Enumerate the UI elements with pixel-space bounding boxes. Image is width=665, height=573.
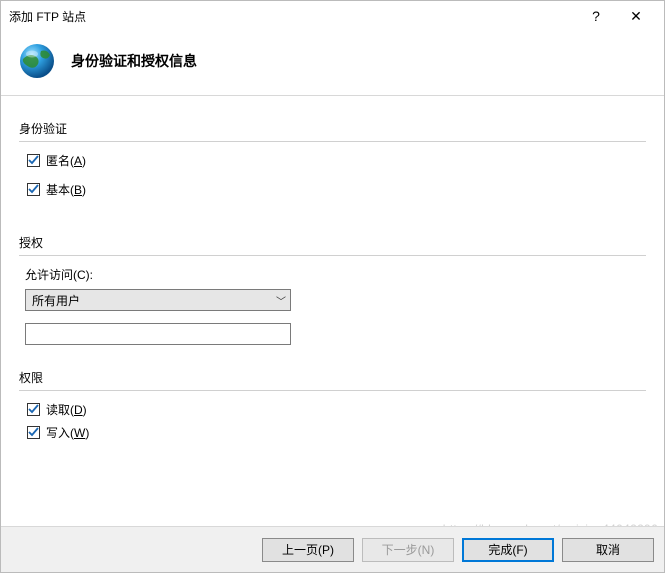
group-permissions: 权限 读取(D) 写入(W) bbox=[19, 369, 646, 441]
group-label-authentication: 身份验证 bbox=[19, 120, 646, 137]
checkbox-icon bbox=[27, 154, 40, 167]
window-title: 添加 FTP 站点 bbox=[9, 8, 576, 25]
checkbox-label: 写入(W) bbox=[46, 424, 89, 441]
checkbox-icon bbox=[27, 183, 40, 196]
chevron-down-icon: ﹀ bbox=[272, 293, 290, 308]
checkbox-label: 读取(D) bbox=[46, 401, 87, 418]
input-allow-specifier[interactable] bbox=[25, 323, 291, 345]
checkbox-icon bbox=[27, 403, 40, 416]
select-allow-access[interactable]: 所有用户 ﹀ bbox=[25, 289, 291, 311]
group-authentication: 身份验证 匿名(A) 基本(B) bbox=[19, 120, 646, 198]
checkbox-icon bbox=[27, 426, 40, 439]
divider bbox=[19, 141, 646, 142]
checkbox-label: 匿名(A) bbox=[46, 152, 86, 169]
close-button[interactable]: ✕ bbox=[616, 8, 656, 25]
divider bbox=[19, 390, 646, 391]
globe-icon bbox=[17, 41, 57, 81]
checkbox-label: 基本(B) bbox=[46, 181, 86, 198]
help-button[interactable]: ? bbox=[576, 8, 616, 24]
wizard-body: 身份验证 匿名(A) 基本(B) 授权 允许访问(C): 所有用户 ﹀ 权限 bbox=[1, 96, 664, 441]
cancel-button[interactable]: 取消 bbox=[562, 538, 654, 562]
checkbox-basic[interactable]: 基本(B) bbox=[27, 181, 646, 198]
checkbox-write[interactable]: 写入(W) bbox=[27, 424, 646, 441]
wizard-footer: 上一页(P) 下一步(N) 完成(F) 取消 bbox=[1, 526, 664, 572]
group-label-permissions: 权限 bbox=[19, 369, 646, 386]
divider bbox=[19, 255, 646, 256]
group-authorization: 授权 允许访问(C): 所有用户 ﹀ bbox=[19, 234, 646, 345]
checkbox-anonymous[interactable]: 匿名(A) bbox=[27, 152, 646, 169]
group-label-authorization: 授权 bbox=[19, 234, 646, 251]
page-title: 身份验证和授权信息 bbox=[71, 51, 197, 71]
checkbox-read[interactable]: 读取(D) bbox=[27, 401, 646, 418]
select-value: 所有用户 bbox=[26, 292, 272, 309]
previous-button[interactable]: 上一页(P) bbox=[262, 538, 354, 562]
wizard-header: 身份验证和授权信息 bbox=[1, 31, 664, 96]
finish-button[interactable]: 完成(F) bbox=[462, 538, 554, 562]
titlebar: 添加 FTP 站点 ? ✕ bbox=[1, 1, 664, 31]
label-allow-access: 允许访问(C): bbox=[25, 266, 646, 283]
next-button: 下一步(N) bbox=[362, 538, 454, 562]
